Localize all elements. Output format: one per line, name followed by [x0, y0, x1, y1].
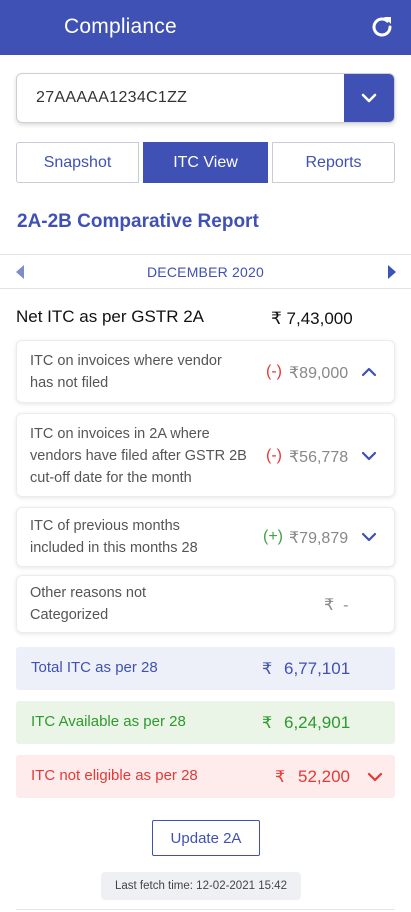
- adjustment-sign: (-): [266, 447, 282, 464]
- gstin-dropdown-button[interactable]: [344, 74, 394, 122]
- adjustment-text-line: ITC of previous months: [30, 518, 180, 534]
- divider: [16, 909, 395, 910]
- itc-not-eligible-currency: ₹: [275, 769, 286, 786]
- adjustment-amount: ₹89,000: [289, 365, 349, 382]
- adjustment-text: Other reasons not Categorized: [30, 582, 146, 626]
- net-itc-amount: ₹ 7,43,000: [271, 309, 353, 328]
- page-title: Compliance: [64, 15, 177, 38]
- itc-not-eligible-label: ITC not eligible as per 28: [31, 767, 198, 784]
- itc-available-currency: ₹: [262, 715, 273, 732]
- month-navigator: DECEMBER 2020: [0, 254, 411, 289]
- itc-available-label: ITC Available as per 28: [31, 713, 186, 730]
- adjustment-card-previous-months[interactable]: ITC of previous months included in this …: [16, 507, 395, 567]
- refresh-icon[interactable]: [368, 13, 396, 41]
- adjustment-text-line: vendors have filed after GSTR 2B: [30, 448, 247, 464]
- adjustment-card-filed-after-cutoff[interactable]: ITC on invoices in 2A where vendors have…: [16, 413, 395, 497]
- tab-snapshot[interactable]: Snapshot: [16, 142, 139, 183]
- update-2a-button[interactable]: Update 2A: [152, 820, 260, 856]
- total-itc-label: Total ITC as per 28: [31, 659, 158, 676]
- adjustment-text-line: ITC on invoices where vendor: [30, 353, 222, 369]
- chevron-up-icon[interactable]: [361, 366, 377, 378]
- net-itc-row: Net ITC as per GSTR 2A ₹ 7,43,000: [16, 306, 395, 332]
- adjustment-card-vendor-not-filed[interactable]: ITC on invoices where vendor has not fil…: [16, 340, 395, 403]
- total-itc-currency: ₹: [262, 661, 273, 678]
- gstin-select[interactable]: 27AAAAA1234C1ZZ: [16, 73, 395, 123]
- gstin-value: 27AAAAA1234C1ZZ: [36, 89, 188, 106]
- adjustment-text-line: Categorized: [30, 607, 109, 623]
- adjustment-text: ITC on invoices where vendor has not fil…: [30, 350, 222, 394]
- adjustment-text: ITC of previous months included in this …: [30, 515, 198, 559]
- adjustment-sign: (-): [266, 363, 282, 380]
- view-tabs: Snapshot ITC View Reports: [16, 142, 395, 183]
- chevron-down-icon[interactable]: [361, 450, 377, 462]
- adjustment-amount: ₹56,778: [289, 449, 349, 466]
- chevron-down-icon[interactable]: [367, 771, 383, 783]
- chevron-down-icon[interactable]: [361, 531, 377, 543]
- month-label: DECEMBER 2020: [147, 264, 264, 280]
- tab-itc-view[interactable]: ITC View: [143, 142, 268, 183]
- adjustment-text: ITC on invoices in 2A where vendors have…: [30, 423, 247, 489]
- itc-not-eligible-summary[interactable]: ITC not eligible as per 28 ₹ 52,200: [16, 755, 395, 798]
- total-itc-value: 6,77,101: [284, 659, 351, 678]
- adjustment-text-line: cut-off date for the month: [30, 470, 192, 486]
- adjustment-sign: (+): [263, 528, 283, 545]
- total-itc-summary: Total ITC as per 28 ₹ 6,77,101: [16, 647, 395, 690]
- app-header: Compliance: [0, 0, 411, 55]
- adjustment-text-line: included in this months 28: [30, 540, 198, 556]
- tab-reports[interactable]: Reports: [272, 142, 395, 183]
- adjustment-text-line: ITC on invoices in 2A where: [30, 426, 210, 442]
- adjustment-amount: ₹ -: [324, 597, 349, 614]
- adjustment-text-line: Other reasons not: [30, 585, 147, 601]
- adjustment-card-other-reasons: Other reasons not Categorized ₹ -: [16, 575, 395, 633]
- itc-available-value: 6,24,901: [284, 713, 351, 732]
- net-itc-label: Net ITC as per GSTR 2A: [16, 307, 204, 326]
- last-fetch-time: Last fetch time: 12-02-2021 15:42: [101, 872, 301, 900]
- caret-right-icon[interactable]: [387, 265, 397, 279]
- adjustment-amount: ₹79,879: [289, 530, 349, 547]
- report-title: 2A-2B Comparative Report: [17, 211, 259, 232]
- itc-not-eligible-value: 52,200: [298, 767, 350, 786]
- chevron-down-icon: [361, 93, 377, 103]
- adjustment-text-line: has not filed: [30, 375, 109, 391]
- itc-available-summary: ITC Available as per 28 ₹ 6,24,901: [16, 701, 395, 744]
